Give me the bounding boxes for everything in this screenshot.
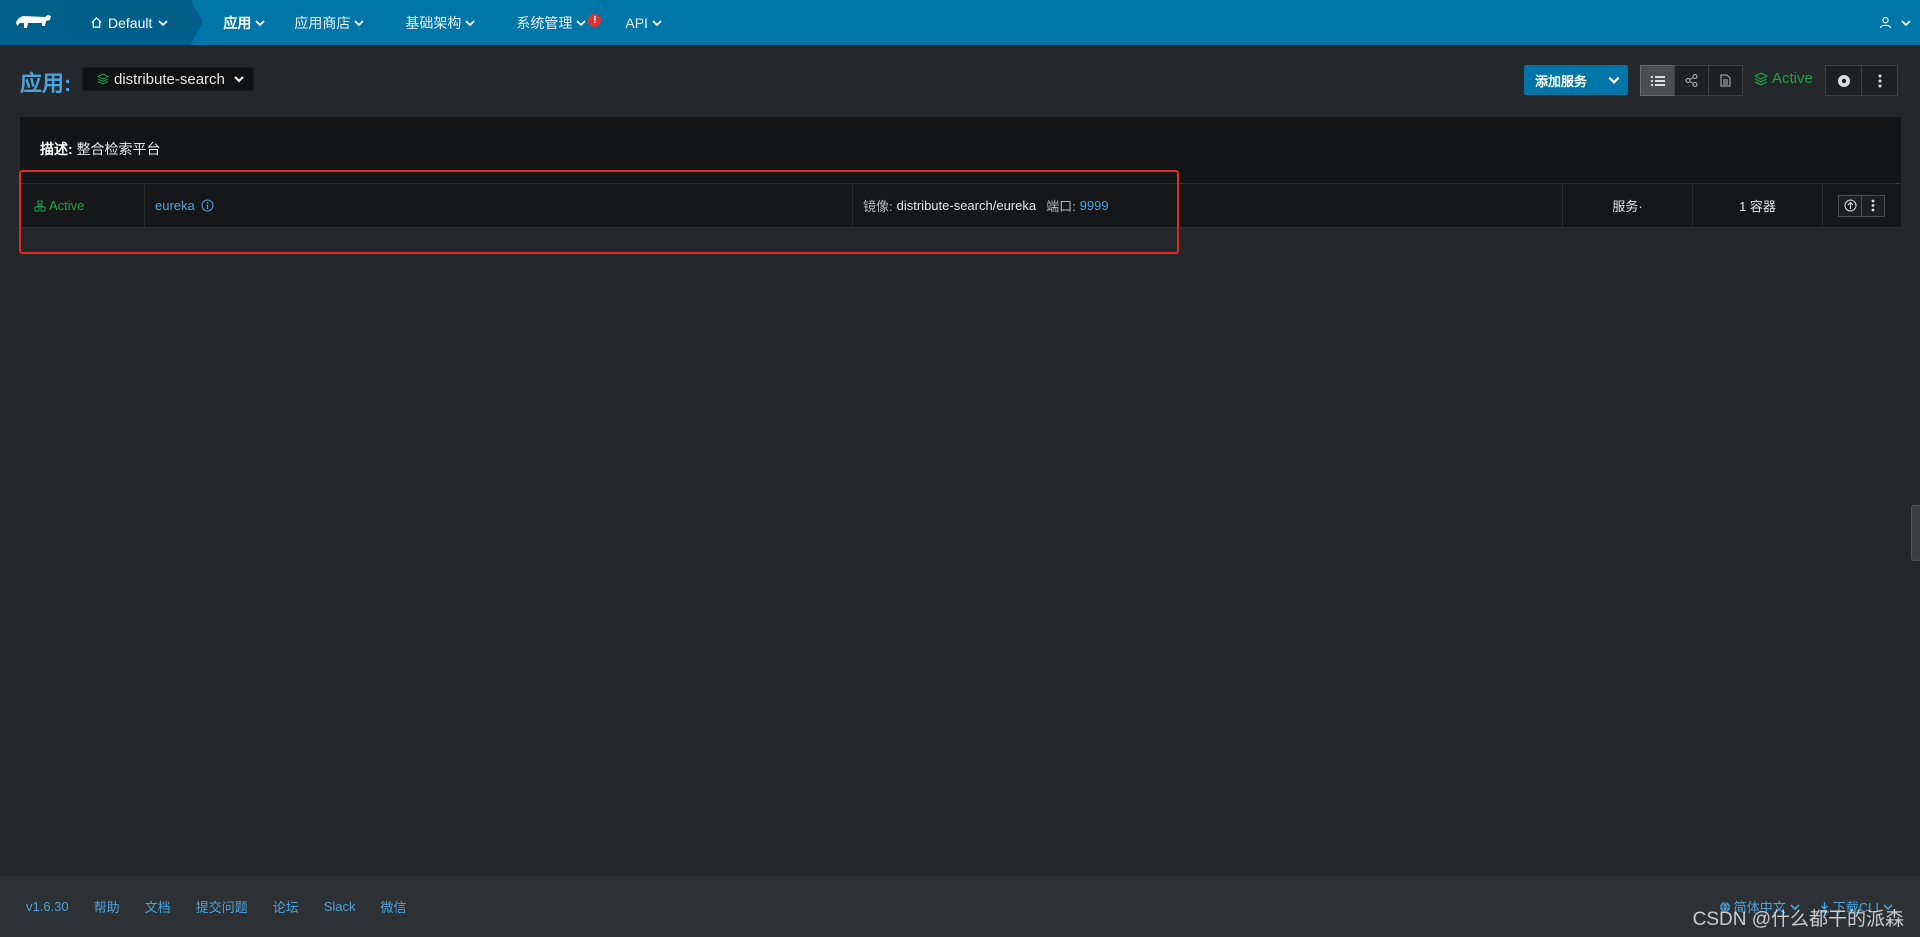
stack-status-label: Active <box>1772 70 1813 87</box>
add-service-button[interactable]: 添加服务 <box>1524 65 1628 95</box>
service-status-label: Active <box>49 198 85 213</box>
service-name-link[interactable]: eureka <box>155 198 195 213</box>
stop-circle-icon <box>1837 74 1850 87</box>
container-count: 1 容器 <box>1693 184 1823 227</box>
add-service-label: 添加服务 <box>1535 73 1588 89</box>
more-actions-button[interactable] <box>1861 65 1898 96</box>
nav-item-infrastructure[interactable]: 基础架构 <box>405 0 476 45</box>
rancher-cow-icon <box>16 14 51 28</box>
description-value: 整合检索平台 <box>76 141 161 157</box>
nav-item-label: 应用商店 <box>294 14 351 31</box>
service-more-button[interactable] <box>1861 194 1885 217</box>
upgrade-service-button[interactable] <box>1838 194 1862 217</box>
graph-view-button[interactable] <box>1674 65 1709 96</box>
stack-panel: 描述: 整合检索平台 Active eureka 镜像: distribute-… <box>20 117 1901 228</box>
alert-badge: ! <box>588 14 602 27</box>
stack-status: Active <box>1754 70 1813 87</box>
service-row: Active eureka 镜像: distribute-search/eure… <box>20 183 1901 228</box>
chevron-down-icon <box>465 19 475 26</box>
rancher-logo[interactable] <box>0 0 68 45</box>
chevron-down-icon <box>158 19 168 26</box>
footer-help-link[interactable]: 帮助 <box>94 897 120 916</box>
home-icon <box>91 17 102 28</box>
chevron-down-icon <box>255 19 265 26</box>
stack-name: distribute-search <box>114 70 225 88</box>
service-kind: 服务· <box>1563 184 1693 227</box>
service-actions <box>1823 184 1901 227</box>
service-name-cell: eureka <box>145 184 853 227</box>
top-nav: Default 应用 应用商店 基础架构 系统管理 ! API <box>0 0 1920 45</box>
user-menu[interactable] <box>1879 0 1912 45</box>
chevron-down-icon <box>652 19 662 26</box>
page-title: 应用: <box>20 71 72 96</box>
kebab-menu-icon <box>1871 199 1875 212</box>
port-link[interactable]: 9999 <box>1080 198 1109 213</box>
compose-file-button[interactable] <box>1708 65 1743 96</box>
nav-item-label: 基础架构 <box>405 14 462 31</box>
chevron-down-icon <box>234 76 244 83</box>
environment-switcher[interactable]: Default <box>68 0 204 45</box>
footer-wechat-link[interactable]: 微信 <box>381 897 407 916</box>
image-label: 镜像: <box>863 199 893 214</box>
file-icon <box>1720 74 1731 87</box>
info-icon[interactable] <box>201 199 214 212</box>
image-value: distribute-search/eureka <box>896 198 1037 213</box>
footer: v1.6.30 帮助 文档 提交问题 论坛 Slack 微信 简体中文 下载CL… <box>0 876 1920 937</box>
port-label: 端口: <box>1046 199 1076 214</box>
footer-forum-link[interactable]: 论坛 <box>273 897 299 916</box>
chevron-down-icon <box>1608 76 1620 84</box>
chevron-down-icon <box>576 19 586 26</box>
nav-item-api[interactable]: API <box>625 0 663 45</box>
service-image-cell: 镜像: distribute-search/eureka 端口: 9999 <box>853 184 1563 227</box>
stack-description: 描述: 整合检索平台 <box>40 139 161 159</box>
nav-item-label: 系统管理 <box>516 14 573 31</box>
side-panel-handle[interactable] <box>1911 505 1920 561</box>
service-status-icon <box>34 200 46 211</box>
footer-slack-link[interactable]: Slack <box>324 899 356 914</box>
upgrade-icon <box>1844 199 1856 212</box>
service-status: Active <box>20 184 145 227</box>
nav-item-apps[interactable]: 应用 <box>223 0 266 45</box>
user-icon <box>1879 17 1892 29</box>
stop-stack-button[interactable] <box>1825 65 1862 96</box>
nav-item-label: API <box>625 14 648 31</box>
kebab-menu-icon <box>1878 74 1881 87</box>
footer-issue-link[interactable]: 提交问题 <box>196 897 248 916</box>
stack-selector[interactable]: distribute-search <box>82 67 254 91</box>
share-graph-icon <box>1685 74 1698 87</box>
footer-version[interactable]: v1.6.30 <box>26 899 69 914</box>
nav-item-label: 应用 <box>223 14 252 31</box>
layers-icon <box>97 73 109 85</box>
chevron-down-icon <box>354 19 364 26</box>
chevron-down-icon <box>1901 19 1911 26</box>
nav-item-catalog[interactable]: 应用商店 <box>294 0 365 45</box>
service-action-group <box>1838 194 1885 217</box>
footer-docs-link[interactable]: 文档 <box>145 897 171 916</box>
view-toggle-group <box>1640 65 1743 96</box>
description-label: 描述: <box>40 141 73 157</box>
watermark: CSDN @什么都干的派森 <box>1692 909 1904 930</box>
stack-actions <box>1825 65 1898 96</box>
list-icon <box>1650 75 1665 86</box>
list-view-button[interactable] <box>1640 65 1675 96</box>
layers-icon <box>1754 72 1768 85</box>
environment-label: Default <box>108 14 153 31</box>
nav-item-admin[interactable]: 系统管理 ! <box>516 0 602 45</box>
add-service-dropdown[interactable] <box>1600 65 1628 95</box>
